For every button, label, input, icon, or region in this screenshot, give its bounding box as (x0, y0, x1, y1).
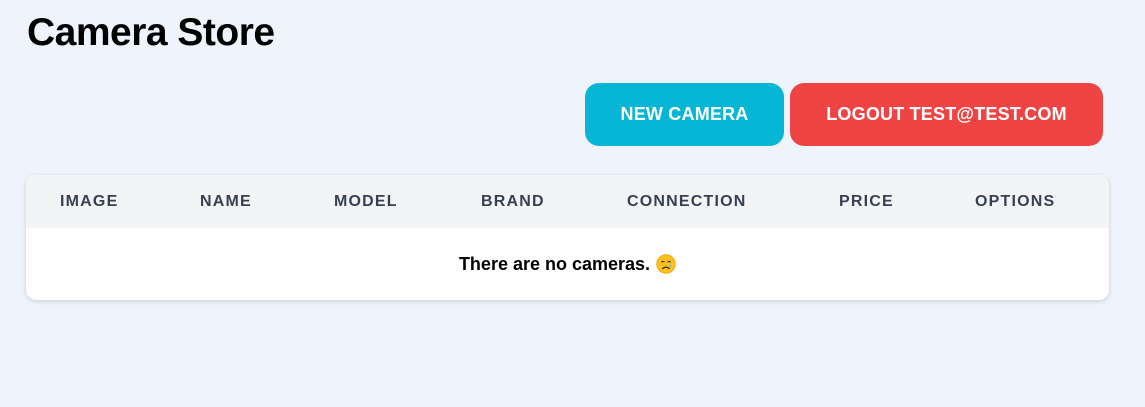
new-camera-button[interactable]: NEW CAMERA (585, 83, 784, 146)
column-header-name: NAME (200, 193, 252, 210)
logout-button[interactable]: LOGOUT TEST@TEST.COM (790, 83, 1103, 146)
empty-state-message: There are no cameras. (458, 253, 651, 274)
column-header-brand: BRAND (481, 193, 545, 210)
cameras-table: IMAGE NAME MODEL BRAND CONNECTION PRICE … (26, 175, 1109, 300)
empty-state-row: There are no cameras. (26, 228, 1109, 300)
column-header-model: MODEL (334, 193, 398, 210)
column-header-price: PRICE (839, 193, 894, 210)
crying-face-icon (656, 254, 676, 274)
page-title: Camera Store (27, 11, 275, 54)
toolbar: NEW CAMERA LOGOUT TEST@TEST.COM (585, 83, 1103, 146)
column-header-connection: CONNECTION (627, 193, 747, 210)
column-header-options: OPTIONS (975, 193, 1056, 210)
column-header-image: IMAGE (60, 193, 119, 210)
table-header: IMAGE NAME MODEL BRAND CONNECTION PRICE … (26, 175, 1109, 228)
